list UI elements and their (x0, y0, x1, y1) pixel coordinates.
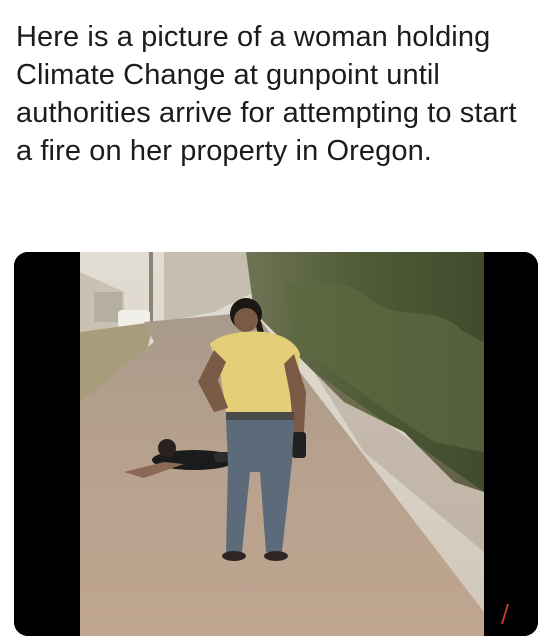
post-image[interactable] (14, 252, 538, 636)
post-caption: Here is a picture of a woman holding Cli… (16, 21, 517, 167)
scene (80, 252, 509, 636)
social-post: Here is a picture of a woman holding Cli… (0, 0, 550, 639)
video-frame (14, 252, 538, 636)
